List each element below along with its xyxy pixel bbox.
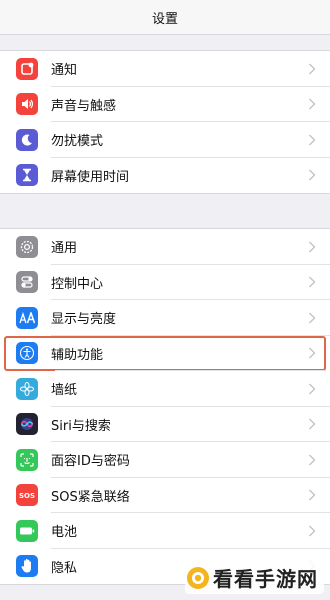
gear-icon — [16, 235, 38, 258]
chevron-right-icon — [309, 418, 316, 430]
notification-icon — [16, 57, 38, 80]
text-size-icon — [16, 306, 38, 329]
settings-row-label: Siri与搜索 — [51, 418, 111, 434]
settings-row-label: 通用 — [51, 241, 78, 257]
settings-row-wallpaper[interactable]: 墙纸 — [0, 371, 330, 407]
settings-row-label: 通知 — [51, 63, 78, 79]
settings-row-siri-search[interactable]: Siri与搜索 — [0, 407, 330, 442]
settings-row-label: 屏幕使用时间 — [51, 169, 130, 185]
chevron-right-icon — [309, 347, 316, 359]
chevron-right-icon — [309, 525, 316, 537]
settings-row-emergency-sos[interactable]: SOS SOS紧急联络 — [0, 478, 330, 513]
settings-row-label: 面容ID与密码 — [51, 454, 130, 470]
settings-row-screen-time[interactable]: 屏幕使用时间 — [0, 158, 330, 194]
page-title: 设置 — [151, 11, 178, 27]
siri-icon — [16, 413, 38, 436]
sound-icon — [16, 93, 38, 116]
chevron-right-icon — [309, 63, 316, 75]
settings-row-face-id-passcode[interactable]: 面容ID与密码 — [0, 442, 330, 478]
settings-row-display-brightness[interactable]: 显示与亮度 — [0, 300, 330, 336]
settings-group-1: 通知 声音与触感 勿扰模式 屏幕使用时间 — [0, 50, 330, 194]
chevron-right-icon — [309, 241, 316, 253]
settings-row-general[interactable]: 通用 — [0, 229, 330, 265]
moon-icon — [16, 128, 38, 151]
settings-row-control-center[interactable]: 控制中心 — [0, 265, 330, 300]
svg-text:SOS: SOS — [19, 492, 35, 500]
battery-icon — [16, 519, 38, 542]
chevron-right-icon — [309, 312, 316, 324]
watermark-text: 看看手游网 — [213, 567, 318, 591]
settings-row-label: 辅助功能 — [51, 347, 104, 363]
settings-row-battery[interactable]: 电池 — [0, 513, 330, 549]
chevron-right-icon — [309, 454, 316, 466]
settings-row-label: SOS紧急联络 — [51, 489, 130, 505]
hourglass-icon — [16, 164, 38, 187]
face-id-icon — [16, 448, 38, 471]
toggles-icon — [16, 271, 38, 294]
settings-row-label: 控制中心 — [51, 276, 104, 292]
navigation-bar: 设置 — [0, 0, 330, 35]
settings-group-2: 通用 控制中心 显示与亮度 辅助功能 墙纸 Siri与搜索 面容ID与密码 SO… — [0, 228, 330, 585]
hand-icon — [16, 555, 38, 578]
settings-row-sounds[interactable]: 声音与触感 — [0, 87, 330, 122]
settings-row-notifications[interactable]: 通知 — [0, 51, 330, 87]
settings-row-label: 电池 — [51, 525, 78, 541]
settings-row-label: 勿扰模式 — [51, 134, 104, 150]
watermark-logo-icon — [187, 566, 209, 589]
chevron-right-icon — [309, 383, 316, 395]
flower-icon — [16, 377, 38, 400]
watermark: 看看手游网 — [185, 561, 324, 594]
chevron-right-icon — [309, 276, 316, 288]
chevron-right-icon — [309, 134, 316, 146]
chevron-right-icon — [309, 98, 316, 110]
sos-icon: SOS — [16, 484, 38, 507]
chevron-right-icon — [309, 489, 316, 501]
settings-row-do-not-disturb[interactable]: 勿扰模式 — [0, 122, 330, 158]
settings-row-accessibility[interactable]: 辅助功能 — [4, 335, 326, 371]
settings-row-label: 显示与亮度 — [51, 312, 117, 328]
settings-row-label: 墙纸 — [51, 383, 78, 399]
settings-row-label: 声音与触感 — [51, 98, 117, 114]
accessibility-icon — [16, 342, 38, 365]
chevron-right-icon — [309, 169, 316, 181]
